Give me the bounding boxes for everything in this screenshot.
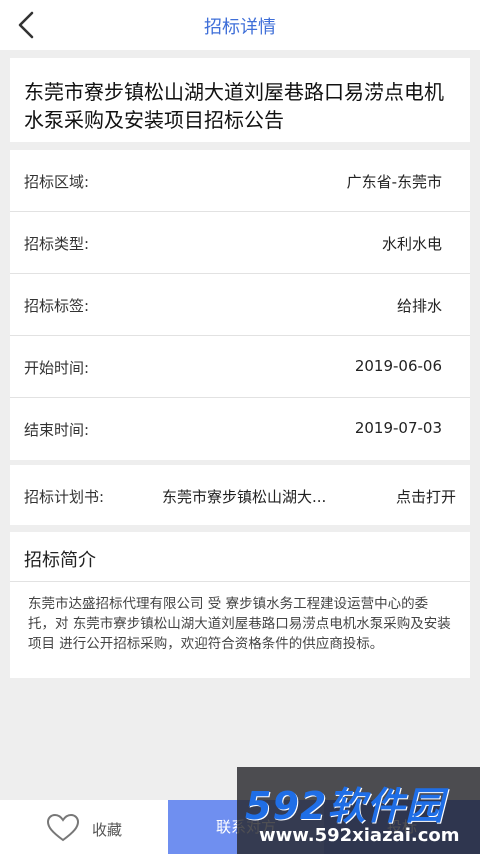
watermark-logo: 592软件园 [245, 784, 445, 828]
info-value: 水利水电 [381, 235, 442, 253]
info-row-tag: 招标标签: 给排水 [10, 274, 470, 336]
plan-label: 招标计划书: [24, 488, 105, 506]
plan-file-name: 东莞市寮步镇松山湖大... [162, 488, 327, 506]
tender-plan-card: 招标计划书: 东莞市寮步镇松山湖大... 点击打开 [10, 465, 470, 525]
info-row-region: 招标区域: 广东省-东莞市 [10, 150, 470, 212]
info-value: 给排水 [396, 297, 442, 315]
watermark-url: www.592xiazai.com [259, 825, 460, 846]
info-label: 招标标签: [24, 297, 90, 315]
info-row-end-time: 结束时间: 2019-07-03 [10, 398, 470, 460]
favorite-label: 收藏 [92, 821, 123, 839]
open-plan-link[interactable]: 点击打开 [396, 486, 456, 507]
top-bar: 招标详情 [0, 0, 480, 50]
info-label: 开始时间: [24, 359, 90, 377]
info-row-type: 招标类型: 水利水电 [10, 212, 470, 274]
heart-outline-icon [46, 813, 80, 842]
info-value: 2019-06-06 [354, 357, 442, 375]
info-row-start-time: 开始时间: 2019-06-06 [10, 336, 470, 398]
watermark: 592软件园 www.592xiazai.com [237, 767, 480, 854]
notice-title-card: 东莞市寮步镇松山湖大道刘屋巷路口易涝点电机水泵采购及安装项目招标公告 [10, 58, 470, 142]
intro-card: 招标简介 东莞市达盛招标代理有限公司 受 寮步镇水务工程建设运营中心的委托，对 … [10, 532, 470, 678]
info-card: 招标区域: 广东省-东莞市 招标类型: 水利水电 招标标签: 给排水 开始时间:… [10, 150, 470, 460]
intro-body: 东莞市达盛招标代理有限公司 受 寮步镇水务工程建设运营中心的委托，对 东莞市寮步… [28, 596, 451, 652]
info-label: 招标类型: [24, 235, 90, 253]
intro-heading: 招标简介 [10, 532, 470, 582]
info-value: 广东省-东莞市 [346, 173, 442, 191]
info-label: 结束时间: [24, 421, 90, 439]
page-title: 招标详情 [204, 17, 276, 38]
info-value: 2019-07-03 [354, 419, 442, 437]
notice-title: 东莞市寮步镇松山湖大道刘屋巷路口易涝点电机水泵采购及安装项目招标公告 [24, 80, 444, 132]
info-label: 招标区域: [24, 173, 90, 191]
favorite-button[interactable]: 收藏 [0, 800, 168, 854]
